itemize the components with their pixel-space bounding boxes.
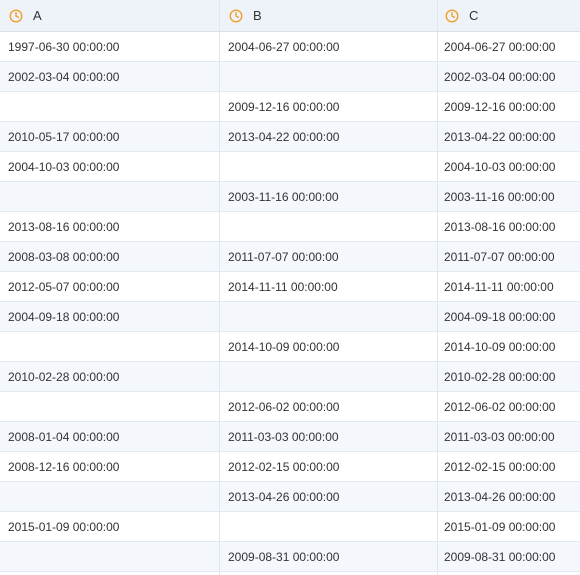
column-header-label: B xyxy=(253,7,262,23)
table-row: 2010-05-17 00:00:00 2013-04-22 00:00:00 20… xyxy=(0,122,580,152)
cell-a[interactable]: 2004-10-03 00:00:00 xyxy=(0,152,220,181)
cell-b[interactable] xyxy=(220,302,438,331)
clock-icon xyxy=(445,8,459,23)
cell-c[interactable]: 2004-09-18 00:00:00 xyxy=(438,302,580,331)
cell-c[interactable]: 2002-03-04 00:00:00 xyxy=(438,62,580,91)
cell-b[interactable]: 2011-03-03 00:00:00 xyxy=(220,422,438,451)
cell-a[interactable]: 2010-05-17 00:00:00 xyxy=(0,122,220,151)
cell-a[interactable]: 1997-06-30 00:00:00 xyxy=(0,32,220,61)
column-header-label: C xyxy=(469,7,479,23)
clock-icon xyxy=(9,8,23,23)
cell-c[interactable]: 2011-03-03 00:00:00 xyxy=(438,422,580,451)
cell-a[interactable] xyxy=(0,92,220,121)
cell-b[interactable]: 2014-11-11 00:00:00 xyxy=(220,272,438,301)
cell-c[interactable]: 2011-07-07 00:00:00 xyxy=(438,242,580,271)
cell-b[interactable]: 2012-02-15 00:00:00 xyxy=(220,452,438,481)
table-row: 2002-03-04 00:00:00 2002-03-04 00:00:00 xyxy=(0,62,580,92)
cell-b[interactable] xyxy=(220,512,438,541)
cell-b[interactable]: 2012-06-02 00:00:00 xyxy=(220,392,438,421)
cell-c[interactable]: 2004-06-27 00:00:00 xyxy=(438,32,580,61)
cell-c[interactable]: 2015-01-09 00:00:00 xyxy=(438,512,580,541)
cell-c[interactable]: 2009-12-16 00:00:00 xyxy=(438,92,580,121)
grid-body: 1997-06-30 00:00:00 2004-06-27 00:00:00 20… xyxy=(0,32,580,575)
cell-c[interactable]: 2009-08-31 00:00:00 xyxy=(438,542,580,571)
cell-c[interactable]: 2013-04-22 00:00:00 xyxy=(438,122,580,151)
table-row: 2008-03-08 00:00:00 2011-07-07 00:00:00 20… xyxy=(0,242,580,272)
table-row: 2008-12-16 00:00:00 2012-02-15 00:00:00 20… xyxy=(0,452,580,482)
table-row: 1997-06-30 00:00:00 2004-06-27 00:00:00 20… xyxy=(0,32,580,62)
cell-a[interactable] xyxy=(0,392,220,421)
data-grid: A B C 1997-06-30 00:00:00 2004-06-27 00:0… xyxy=(0,0,580,575)
cell-a[interactable]: 2012-05-07 00:00:00 xyxy=(0,272,220,301)
clock-icon xyxy=(229,8,243,23)
table-row: 2012-05-07 00:00:00 2014-11-11 00:00:00 20… xyxy=(0,272,580,302)
cell-c[interactable]: 2003-11-16 00:00:00 xyxy=(438,182,580,211)
table-row: 2009-12-16 00:00:00 2009-12-16 00:00:00 xyxy=(0,92,580,122)
cell-b[interactable] xyxy=(220,152,438,181)
header-row: A B C xyxy=(0,0,580,32)
cell-a[interactable] xyxy=(0,182,220,211)
cell-c[interactable]: 2012-02-15 00:00:00 xyxy=(438,452,580,481)
cell-c[interactable]: 2010-02-28 00:00:00 xyxy=(438,362,580,391)
cell-b[interactable]: 2003-11-16 00:00:00 xyxy=(220,182,438,211)
cell-b[interactable]: 2009-12-16 00:00:00 xyxy=(220,92,438,121)
cell-a[interactable]: 2008-01-04 00:00:00 xyxy=(0,422,220,451)
table-row: 2013-08-16 00:00:00 2013-08-16 00:00:00 xyxy=(0,212,580,242)
table-row: 2013-04-26 00:00:00 2013-04-26 00:00:00 xyxy=(0,482,580,512)
cell-a[interactable]: 2010-02-28 00:00:00 xyxy=(0,362,220,391)
column-header-c[interactable]: C xyxy=(438,0,580,31)
cell-b[interactable]: 2009-08-31 00:00:00 xyxy=(220,542,438,571)
column-header-a[interactable]: A xyxy=(0,0,220,31)
cell-b[interactable]: 2011-07-07 00:00:00 xyxy=(220,242,438,271)
table-row: 2004-09-18 00:00:00 2004-09-18 00:00:00 xyxy=(0,302,580,332)
table-row: 2015-01-09 00:00:00 2015-01-09 00:00:00 xyxy=(0,512,580,542)
cell-c[interactable]: 2013-08-16 00:00:00 xyxy=(438,212,580,241)
cell-b[interactable]: 2013-04-26 00:00:00 xyxy=(220,482,438,511)
cell-a[interactable] xyxy=(0,332,220,361)
column-header-label: A xyxy=(33,7,42,23)
cell-a[interactable]: 2008-03-08 00:00:00 xyxy=(0,242,220,271)
cell-c[interactable]: 2013-04-26 00:00:00 xyxy=(438,482,580,511)
table-row: 2009-08-31 00:00:00 2009-08-31 00:00:00 xyxy=(0,542,580,572)
cell-b[interactable] xyxy=(220,362,438,391)
column-header-b[interactable]: B xyxy=(220,0,438,31)
cell-a[interactable]: 2008-12-16 00:00:00 xyxy=(0,452,220,481)
cell-c[interactable]: 2012-06-02 00:00:00 xyxy=(438,392,580,421)
cell-b[interactable] xyxy=(220,62,438,91)
table-row: 2010-02-28 00:00:00 2010-02-28 00:00:00 xyxy=(0,362,580,392)
table-row: 2014-10-09 00:00:00 2014-10-09 00:00:00 xyxy=(0,332,580,362)
cell-b[interactable]: 2004-06-27 00:00:00 xyxy=(220,32,438,61)
cell-a[interactable]: 2002-03-04 00:00:00 xyxy=(0,62,220,91)
table-row: 2004-10-03 00:00:00 2004-10-03 00:00:00 xyxy=(0,152,580,182)
table-row: 2003-11-16 00:00:00 2003-11-16 00:00:00 xyxy=(0,182,580,212)
cell-a[interactable] xyxy=(0,542,220,571)
cell-c[interactable]: 2014-11-11 00:00:00 xyxy=(438,272,580,301)
table-row: 2012-06-02 00:00:00 2012-06-02 00:00:00 xyxy=(0,392,580,422)
cell-a[interactable]: 2004-09-18 00:00:00 xyxy=(0,302,220,331)
table-row: 2008-01-04 00:00:00 2011-03-03 00:00:00 20… xyxy=(0,422,580,452)
cell-c[interactable]: 2014-10-09 00:00:00 xyxy=(438,332,580,361)
cell-b[interactable]: 2013-04-22 00:00:00 xyxy=(220,122,438,151)
cell-a[interactable] xyxy=(0,482,220,511)
cell-c[interactable]: 2004-10-03 00:00:00 xyxy=(438,152,580,181)
cell-a[interactable]: 2013-08-16 00:00:00 xyxy=(0,212,220,241)
cell-a[interactable]: 2015-01-09 00:00:00 xyxy=(0,512,220,541)
cell-b[interactable]: 2014-10-09 00:00:00 xyxy=(220,332,438,361)
cell-b[interactable] xyxy=(220,212,438,241)
